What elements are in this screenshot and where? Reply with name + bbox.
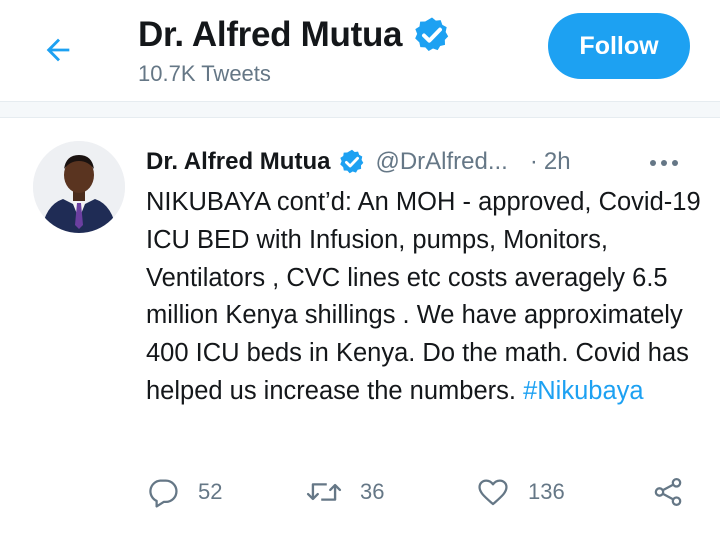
more-button[interactable] (644, 149, 684, 177)
arrow-left-icon (46, 38, 70, 62)
like-button[interactable]: 136 (476, 475, 565, 509)
verified-badge (338, 148, 366, 176)
share-button[interactable] (651, 475, 685, 509)
reply-icon (149, 479, 178, 508)
verified-badge-icon (340, 149, 364, 174)
tweet-handle[interactable]: @DrAlfred... (375, 148, 507, 176)
tweet-author-name[interactable]: Dr. Alfred Mutua (146, 148, 330, 176)
back-button[interactable] (34, 28, 82, 72)
tweet-card[interactable]: Dr. Alfred Mutua @DrAlfred... · 2h NIKUB… (0, 119, 720, 545)
avatar-image (33, 141, 125, 233)
tweet-text: NIKUBAYA cont’d: An MOH - approved, Covi… (146, 184, 706, 411)
profile-name: Dr. Alfred Mutua (138, 15, 403, 54)
time-separator: · (529, 148, 538, 175)
reply-button[interactable]: 52 (146, 475, 222, 509)
tweet-actions: 52 36 136 (146, 475, 706, 509)
tweet-count: 10.7K Tweets (138, 61, 271, 86)
retweet-button[interactable]: 36 (306, 475, 384, 509)
tweet-body: NIKUBAYA cont’d: An MOH - approved, Covi… (146, 188, 701, 405)
share-icon (654, 477, 682, 507)
retweet-icon (306, 483, 342, 501)
profile-header: Dr. Alfred Mutua 10.7K Tweets Follow (0, 0, 720, 100)
retweet-count: 36 (360, 479, 385, 504)
reply-count: 52 (198, 479, 223, 504)
follow-button[interactable]: Follow (548, 13, 690, 79)
tweet-time[interactable]: 2h (544, 148, 571, 176)
like-count: 136 (528, 479, 565, 504)
heart-icon (478, 479, 508, 506)
verified-badge-icon (415, 17, 449, 52)
section-divider (0, 102, 720, 118)
more-icon (650, 160, 678, 166)
profile-title-block: Dr. Alfred Mutua 10.7K Tweets (138, 12, 452, 88)
profile-title-row: Dr. Alfred Mutua (138, 12, 452, 58)
hashtag-link[interactable]: #Nikubaya (523, 377, 644, 405)
tweet-header: Dr. Alfred Mutua @DrAlfred... · 2h (146, 145, 696, 179)
avatar[interactable] (33, 141, 125, 233)
